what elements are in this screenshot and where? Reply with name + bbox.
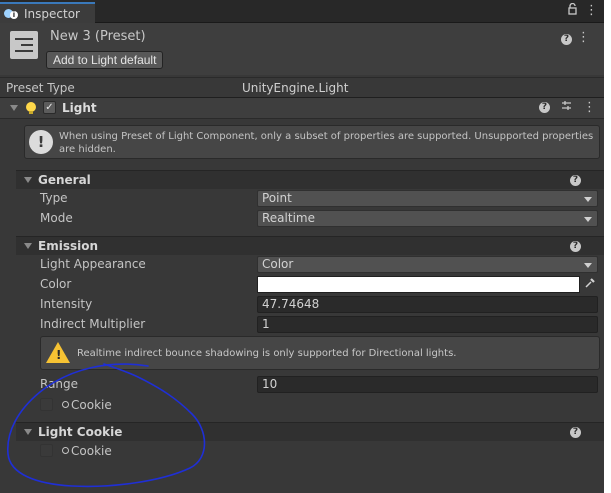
range-label: Range [40,377,79,391]
light-appearance-label: Light Appearance [40,257,146,271]
preset-type-value: UnityEngine.Light [242,81,349,95]
dropdown-arrow-icon [584,197,592,202]
component-tools: ? ⋮ [539,100,596,115]
intensity-row: Intensity 47.74648 [40,296,598,314]
help-icon[interactable]: ? [570,427,581,438]
inspector-window: i Inspector ⋮ New 3 (Preset) ? ⋮ Add to L… [0,0,604,493]
preset-name: New 3 (Preset) [50,29,146,44]
warning-text: Realtime indirect bounce shadowing is on… [77,348,457,359]
add-to-default-button[interactable]: Add to Light default [46,51,164,69]
eyedropper-icon[interactable] [583,276,598,293]
tab-tools: ⋮ [568,2,598,19]
section-title: Emission [38,239,98,253]
light-appearance-value: Color [262,257,294,271]
cookie-label-text: Cookie [71,444,112,458]
range-field[interactable]: 10 [257,376,598,393]
mode-dropdown[interactable]: Realtime [257,210,598,227]
info-message: ! When using Preset of Light Component, … [24,125,600,159]
info-text: When using Preset of Light Component, on… [59,131,594,155]
object-field-icon [62,447,69,454]
tab-bar: i Inspector ⋮ [0,0,604,23]
section-title: Light Cookie [38,425,123,439]
intensity-label: Intensity [40,297,93,311]
section-title: General [38,173,91,187]
kebab-menu-icon[interactable]: ⋮ [585,3,598,19]
color-label: Color [40,277,72,291]
help-icon[interactable]: ? [570,241,581,252]
mode-label: Mode [40,211,73,225]
mode-row: Mode Realtime [40,210,598,228]
light-component-header[interactable]: ✓ Light ? ⋮ [0,97,604,119]
intensity-field[interactable]: 47.74648 [257,296,598,313]
light-appearance-row: Light Appearance Color [40,256,598,274]
cookie-label: Cookie [62,444,112,458]
preset-icon [10,31,38,59]
indirect-multiplier-label: Indirect Multiplier [40,317,146,331]
mode-value: Realtime [262,211,315,225]
info-icon: ! [29,130,53,154]
component-title: Light [62,101,97,115]
section-light-cookie[interactable]: Light Cookie ? [16,422,604,441]
tab-inspector[interactable]: i Inspector [0,2,95,23]
dropdown-arrow-icon [584,217,592,222]
section-general[interactable]: General ? [16,170,604,189]
cookie-checkbox[interactable] [40,444,53,457]
lock-icon[interactable] [568,2,577,19]
object-field-icon [62,401,69,408]
light-enabled-checkbox[interactable]: ✓ [43,101,56,114]
indirect-multiplier-field[interactable]: 1 [257,316,598,333]
indirect-multiplier-row: Indirect Multiplier 1 [40,316,598,334]
preset-header: New 3 (Preset) ? ⋮ Add to Light default [0,23,604,75]
type-dropdown[interactable]: Point [257,190,598,207]
tab-label: Inspector [24,6,80,21]
warning-icon: ! [46,342,70,363]
color-row: Color [40,276,598,294]
section-emission[interactable]: Emission ? [16,236,604,255]
help-icon[interactable]: ? ⋮ [561,30,590,45]
range-row: Range 10 [40,376,598,394]
preset-type-label: Preset Type [6,81,75,95]
foldout-arrow-icon[interactable] [24,243,32,249]
cookie-label-text: Cookie [71,398,112,412]
kebab-menu-icon[interactable]: ⋮ [577,30,590,45]
type-row: Type Point [40,190,598,208]
foldout-arrow-icon[interactable] [24,177,32,183]
kebab-menu-icon[interactable]: ⋮ [583,100,596,115]
foldout-arrow-icon[interactable] [10,105,18,111]
help-icon[interactable]: ? [539,102,550,113]
type-value: Point [262,191,292,205]
help-icon[interactable]: ? [570,175,581,186]
color-swatch[interactable] [257,276,580,293]
light-appearance-dropdown[interactable]: Color [257,256,598,273]
presets-icon[interactable] [561,100,572,115]
cookie-checkbox[interactable] [40,398,53,411]
inspector-icon: i [4,8,20,20]
type-label: Type [40,191,68,205]
dropdown-arrow-icon [584,263,592,268]
light-bulb-icon [26,102,36,114]
preset-type-row: Preset Type UnityEngine.Light [0,77,604,97]
cookie-label: Cookie [62,398,112,412]
warning-message: ! Realtime indirect bounce shadowing is … [40,336,600,370]
foldout-arrow-icon[interactable] [24,429,32,435]
